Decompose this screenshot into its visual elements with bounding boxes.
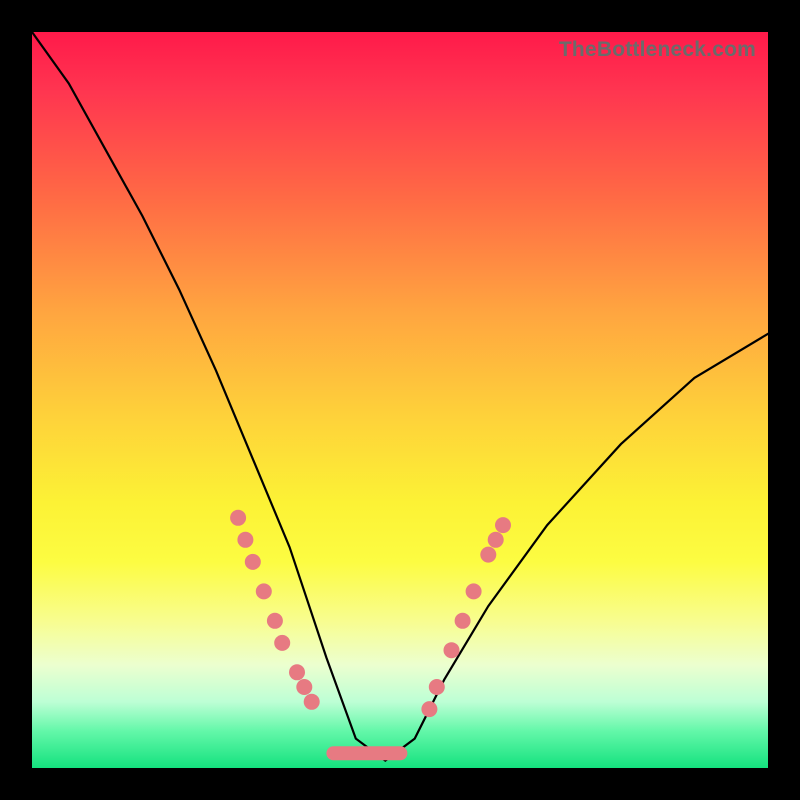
bottleneck-curve (32, 32, 768, 761)
data-marker (274, 635, 290, 651)
markers-left-arm (230, 510, 320, 710)
data-marker (237, 532, 253, 548)
plot-area: TheBottleneck.com (32, 32, 768, 768)
trough-bar (326, 746, 407, 760)
data-marker (304, 694, 320, 710)
data-marker (230, 510, 246, 526)
data-marker (429, 679, 445, 695)
data-marker (267, 613, 283, 629)
data-marker (444, 642, 460, 658)
data-marker (455, 613, 471, 629)
data-marker (466, 583, 482, 599)
chart-svg (32, 32, 768, 768)
data-marker (488, 532, 504, 548)
data-marker (245, 554, 261, 570)
data-marker (256, 583, 272, 599)
data-marker (480, 547, 496, 563)
data-marker (495, 517, 511, 533)
data-marker (421, 701, 437, 717)
data-marker (296, 679, 312, 695)
chart-frame: TheBottleneck.com (0, 0, 800, 800)
data-marker (289, 664, 305, 680)
markers-right-arm (421, 517, 511, 717)
